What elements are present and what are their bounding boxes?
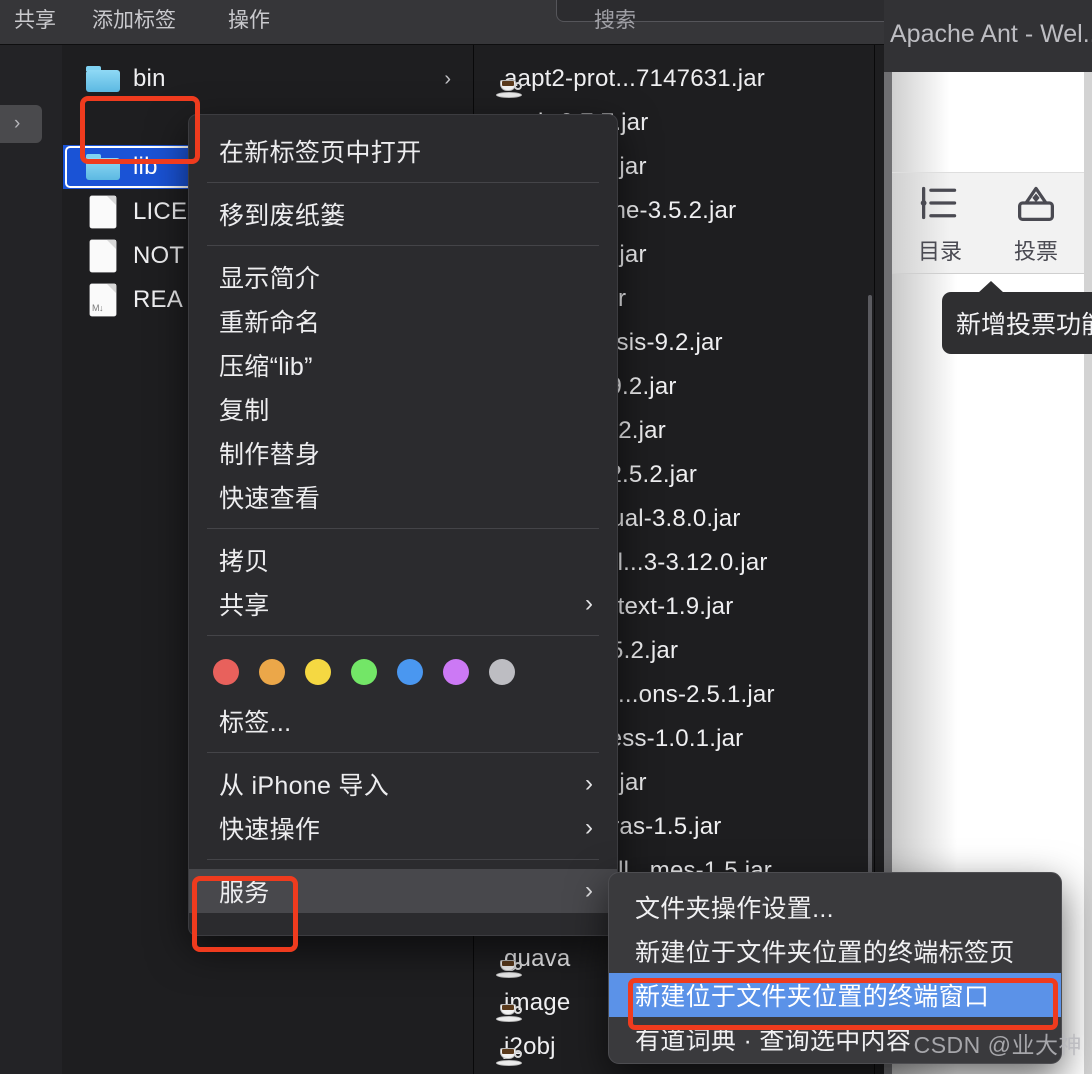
menu-item-open-in-new-tab[interactable]: 在新标签页中打开 bbox=[189, 129, 617, 173]
tab-vote-label: 投票 bbox=[996, 234, 1076, 266]
menu-item-label: 快速查看 bbox=[219, 479, 320, 515]
submenu-item-new-terminal-window[interactable]: 新建位于文件夹位置的终端窗口 bbox=[609, 973, 1061, 1017]
tag-dot-blue[interactable] bbox=[397, 659, 423, 685]
folder-icon bbox=[83, 154, 123, 180]
markdown-document-icon: M↓ bbox=[83, 284, 123, 316]
tag-dot-red[interactable] bbox=[213, 659, 239, 685]
menu-item-label: 制作替身 bbox=[219, 435, 320, 471]
list-item-label: lib bbox=[133, 153, 158, 181]
menu-item-services[interactable]: 服务 › bbox=[189, 869, 617, 913]
menu-separator bbox=[207, 635, 599, 636]
menu-item-label: 在新标签页中打开 bbox=[219, 133, 421, 169]
screen-root: 共享 添加标签 操作 搜索 › bin › bbox=[0, 0, 1092, 1074]
window-titlebar: Apache Ant - Wel... bbox=[884, 0, 1092, 72]
menu-item-label: 压缩“lib” bbox=[219, 347, 313, 383]
menu-item-label: 移到废纸篓 bbox=[219, 196, 346, 232]
menu-separator bbox=[207, 528, 599, 529]
tag-color-row bbox=[189, 645, 617, 699]
toolbar-action-button[interactable]: 操作 bbox=[228, 6, 270, 36]
tab-vote[interactable]: 投票 bbox=[996, 183, 1076, 266]
tab-toc-label: 目录 bbox=[900, 234, 980, 266]
menu-item-label: 标签... bbox=[219, 703, 291, 739]
folder-icon bbox=[83, 66, 123, 92]
scrollbar[interactable] bbox=[868, 295, 872, 895]
page-body bbox=[892, 72, 1084, 172]
list-item[interactable]: bin › bbox=[63, 57, 473, 101]
menu-item-move-to-trash[interactable]: 移到废纸篓 bbox=[189, 192, 617, 236]
submenu-item-label: 新建位于文件夹位置的终端窗口 bbox=[635, 977, 989, 1013]
submenu-item-folder-action-setup[interactable]: 文件夹操作设置... bbox=[609, 885, 1061, 929]
context-menu: 在新标签页中打开 移到废纸篓 显示简介 重新命名 压缩“lib” 复制 制作替身… bbox=[188, 114, 618, 936]
tab-toc[interactable]: 目录 bbox=[900, 183, 980, 266]
tag-dot-purple[interactable] bbox=[443, 659, 469, 685]
chevron-right-icon: › bbox=[585, 592, 593, 616]
menu-item-rename[interactable]: 重新命名 bbox=[189, 299, 617, 343]
search-placeholder: 搜索 bbox=[594, 6, 636, 36]
menu-item-label: 重新命名 bbox=[219, 303, 320, 339]
finder-toolbar: 共享 添加标签 操作 搜索 bbox=[0, 0, 884, 45]
tag-dot-yellow[interactable] bbox=[305, 659, 331, 685]
tooltip-arrow bbox=[978, 281, 1004, 293]
menu-separator bbox=[207, 859, 599, 860]
chevron-right-icon: › bbox=[585, 772, 593, 796]
document-icon bbox=[83, 240, 123, 272]
list-item-label: LICE bbox=[133, 198, 187, 226]
list-item-label: aapt2-prot...7147631.jar bbox=[504, 65, 765, 93]
list-item[interactable]: aapt2-prot...7147631.jar bbox=[474, 57, 874, 101]
menu-item-quick-actions[interactable]: 快速操作 › bbox=[189, 806, 617, 850]
tab-bar: 目录 投票 bbox=[892, 172, 1084, 274]
window-title: Apache Ant - Wel... bbox=[890, 20, 1092, 49]
menu-item-duplicate[interactable]: 复制 bbox=[189, 387, 617, 431]
ballot-box-icon bbox=[1014, 183, 1058, 223]
tag-dot-green[interactable] bbox=[351, 659, 377, 685]
submenu-item-label: 文件夹操作设置... bbox=[635, 889, 834, 925]
chevron-right-icon: › bbox=[14, 113, 20, 135]
list-item-label: REA bbox=[133, 286, 183, 314]
tag-dot-orange[interactable] bbox=[259, 659, 285, 685]
menu-item-make-alias[interactable]: 制作替身 bbox=[189, 431, 617, 475]
tag-dot-gray[interactable] bbox=[489, 659, 515, 685]
menu-item-tags[interactable]: 标签... bbox=[189, 699, 617, 743]
tooltip: 新增投票功能 bbox=[942, 292, 1092, 354]
watermark: CSDN @业大神 bbox=[914, 1026, 1082, 1060]
chevron-right-icon: › bbox=[585, 879, 593, 903]
sidebar-expand-button[interactable]: › bbox=[0, 105, 42, 143]
submenu-item-label: 有道词典 · 查询选中内容 bbox=[635, 1021, 911, 1057]
submenu-item-label: 新建位于文件夹位置的终端标签页 bbox=[635, 933, 1015, 969]
menu-item-label: 快速操作 bbox=[219, 810, 320, 846]
list-item-label: bin bbox=[133, 65, 166, 93]
menu-item-label: 显示简介 bbox=[219, 259, 320, 295]
list-icon bbox=[918, 183, 962, 223]
finder-sidebar: › bbox=[0, 45, 62, 1074]
list-item-label: NOT bbox=[133, 242, 184, 270]
chevron-right-icon: › bbox=[444, 68, 451, 91]
menu-item-label: 从 iPhone 导入 bbox=[219, 766, 389, 802]
menu-separator bbox=[207, 182, 599, 183]
toolbar-add-tag-button[interactable]: 添加标签 bbox=[92, 6, 176, 36]
tooltip-text: 新增投票功能 bbox=[956, 305, 1092, 341]
menu-item-label: 服务 bbox=[219, 873, 270, 909]
menu-item-get-info[interactable]: 显示简介 bbox=[189, 255, 617, 299]
chevron-right-icon: › bbox=[585, 816, 593, 840]
menu-item-label: 复制 bbox=[219, 391, 270, 427]
menu-item-import-from-iphone[interactable]: 从 iPhone 导入 › bbox=[189, 762, 617, 806]
menu-item-compress[interactable]: 压缩“lib” bbox=[189, 343, 617, 387]
submenu-item-new-terminal-tab[interactable]: 新建位于文件夹位置的终端标签页 bbox=[609, 929, 1061, 973]
toolbar-share-button[interactable]: 共享 bbox=[14, 6, 56, 36]
document-icon bbox=[83, 196, 123, 228]
menu-separator bbox=[207, 245, 599, 246]
menu-item-quick-look[interactable]: 快速查看 bbox=[189, 475, 617, 519]
menu-item-label: 共享 bbox=[219, 586, 270, 622]
menu-item-share[interactable]: 共享 › bbox=[189, 582, 617, 626]
menu-item-copy[interactable]: 拷贝 bbox=[189, 538, 617, 582]
menu-item-label: 拷贝 bbox=[219, 542, 270, 578]
menu-separator bbox=[207, 752, 599, 753]
